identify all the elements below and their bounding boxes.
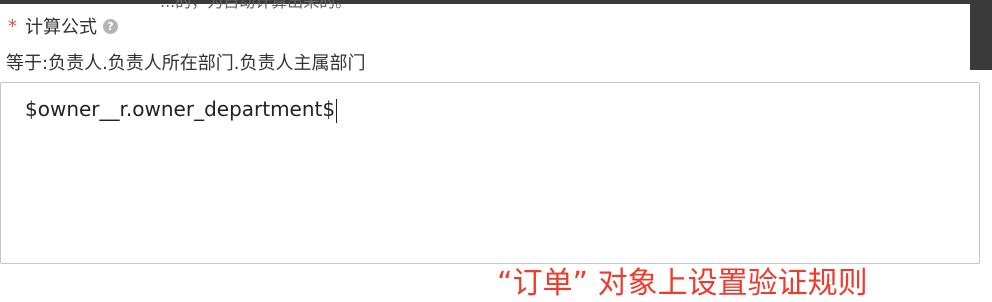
field-label-text: 计算公式 <box>25 17 97 38</box>
annotation-text: “订单” 对象上设置验证规则 <box>497 266 868 301</box>
window-edge <box>970 0 992 70</box>
top-bar <box>0 0 992 4</box>
required-mark: * <box>8 15 17 37</box>
formula-input[interactable]: $owner__r.owner_department$ “订单” 对象上设置验证… <box>0 82 980 301</box>
text-caret <box>336 98 338 123</box>
formula-value: $owner__r.owner_department$ <box>25 97 336 121</box>
formula-text[interactable]: $owner__r.owner_department$ <box>25 97 338 123</box>
formula-description: 等于:负责人.负责人所在部门.负责人主属部门 <box>6 53 366 74</box>
help-icon[interactable]: ? <box>103 18 118 34</box>
clipped-hint-text: ...的，为自动计算出来的。 <box>160 0 352 11</box>
field-label: * 计算公式 ? <box>8 13 118 39</box>
